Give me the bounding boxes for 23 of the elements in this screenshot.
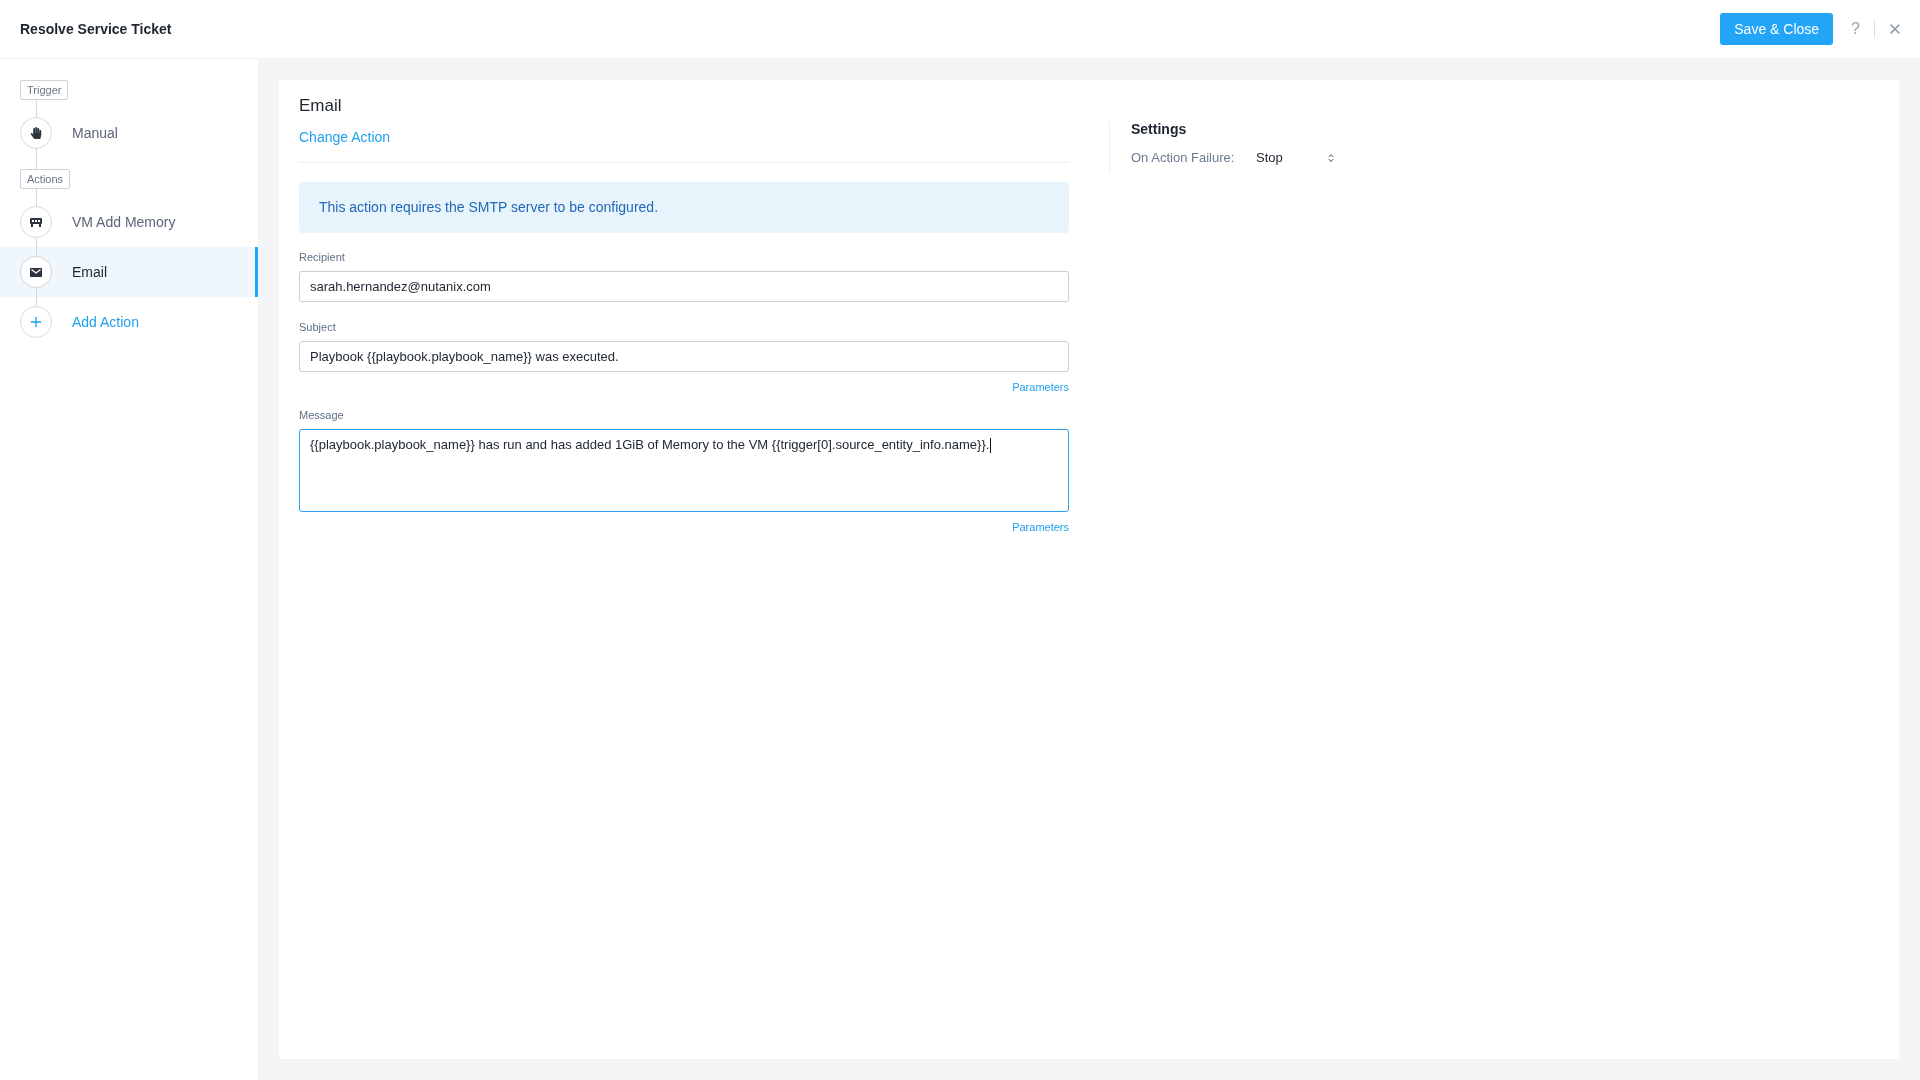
field-label: Subject (299, 320, 336, 335)
failure-select[interactable]: Stop (1256, 148, 1336, 168)
settings-title: Settings (1131, 120, 1188, 139)
sidebar-item[interactable]: Manual (0, 108, 258, 158)
window-title: Resolve Service Ticket (20, 19, 172, 39)
sidebar-item[interactable]: VM Add Memory (0, 197, 258, 247)
section-label: Actions (20, 169, 71, 189)
textarea-field[interactable]: {{playbook.playbook_name}} has run and has added 1GiB of Memory to the VM {{trigger[0].source_entity_info.name}}. (299, 429, 1069, 512)
up-down-icon (1326, 153, 1336, 163)
item-label: VM Add Memory (72, 212, 176, 232)
input-field[interactable]: Playbook {{playbook.playbook_name}} was executed. (299, 341, 1069, 372)
input-field[interactable]: sarah.hernandez@nutanix.com (299, 271, 1069, 302)
text-cursor (990, 438, 992, 454)
on-failure-label: On Action Failure: (1131, 149, 1236, 168)
action-title: Email (299, 95, 342, 117)
section-label: Trigger (20, 80, 69, 100)
item-label: Manual (72, 123, 118, 143)
sidebar-item[interactable]: Email (0, 247, 258, 297)
close-icon[interactable] (1887, 21, 1903, 37)
info-notice: This action requires the SMTP server to be configured. (299, 182, 1069, 233)
field-label: Recipient (299, 250, 345, 265)
field-label: Message (299, 408, 344, 423)
item-label: Email (72, 262, 107, 282)
